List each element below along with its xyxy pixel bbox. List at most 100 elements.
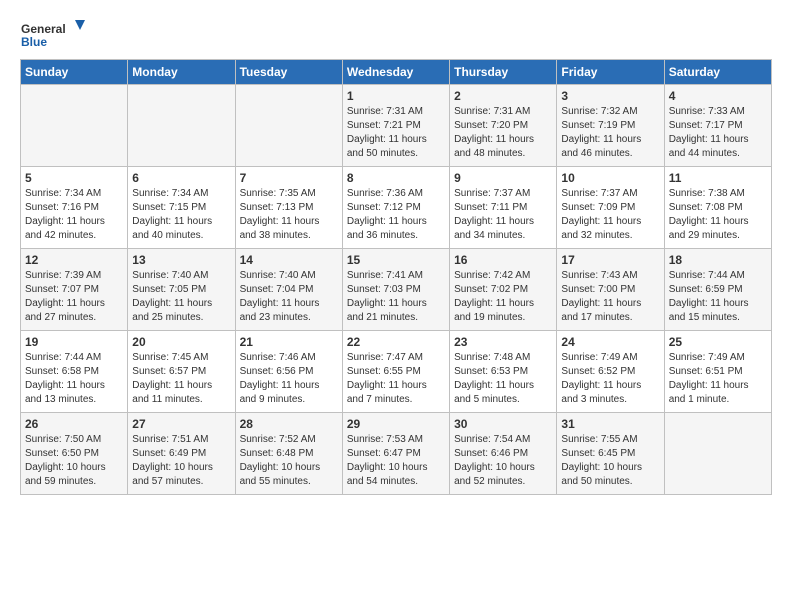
week-row-3: 12 Sunrise: 7:39 AM Sunset: 7:07 PM Dayli… (21, 249, 772, 331)
day-number: 9 (454, 171, 552, 185)
day-info: Sunrise: 7:40 AM Sunset: 7:04 PM Dayligh… (240, 269, 338, 325)
day-cell: 30 Sunrise: 7:54 AM Sunset: 6:46 PM Dayli… (450, 413, 557, 495)
day-number: 30 (454, 417, 552, 431)
day-cell: 27 Sunrise: 7:51 AM Sunset: 6:49 PM Dayli… (128, 413, 235, 495)
day-cell: 1 Sunrise: 7:31 AM Sunset: 7:21 PM Daylig… (342, 85, 449, 167)
day-info: Sunrise: 7:36 AM Sunset: 7:12 PM Dayligh… (347, 187, 445, 243)
day-info: Sunrise: 7:35 AM Sunset: 7:13 PM Dayligh… (240, 187, 338, 243)
day-number: 13 (132, 253, 230, 267)
day-cell: 7 Sunrise: 7:35 AM Sunset: 7:13 PM Daylig… (235, 167, 342, 249)
day-number: 23 (454, 335, 552, 349)
day-cell: 13 Sunrise: 7:40 AM Sunset: 7:05 PM Dayli… (128, 249, 235, 331)
day-cell: 2 Sunrise: 7:31 AM Sunset: 7:20 PM Daylig… (450, 85, 557, 167)
day-cell: 18 Sunrise: 7:44 AM Sunset: 6:59 PM Dayli… (664, 249, 771, 331)
header-row: SundayMondayTuesdayWednesdayThursdayFrid… (21, 60, 772, 85)
day-cell: 8 Sunrise: 7:36 AM Sunset: 7:12 PM Daylig… (342, 167, 449, 249)
week-row-5: 26 Sunrise: 7:50 AM Sunset: 6:50 PM Dayli… (21, 413, 772, 495)
day-number: 19 (25, 335, 123, 349)
day-number: 21 (240, 335, 338, 349)
day-info: Sunrise: 7:43 AM Sunset: 7:00 PM Dayligh… (561, 269, 659, 325)
day-info: Sunrise: 7:46 AM Sunset: 6:56 PM Dayligh… (240, 351, 338, 407)
day-info: Sunrise: 7:55 AM Sunset: 6:45 PM Dayligh… (561, 433, 659, 489)
logo-icon: General Blue (20, 16, 90, 51)
day-number: 8 (347, 171, 445, 185)
day-number: 24 (561, 335, 659, 349)
header-monday: Monday (128, 60, 235, 85)
day-info: Sunrise: 7:44 AM Sunset: 6:58 PM Dayligh… (25, 351, 123, 407)
day-number: 2 (454, 89, 552, 103)
day-cell: 6Sunrise: 7:34 AM Sunset: 7:15 PM Daylig… (128, 167, 235, 249)
header-wednesday: Wednesday (342, 60, 449, 85)
day-cell (235, 85, 342, 167)
day-cell: 29Sunrise: 7:53 AM Sunset: 6:47 PM Dayli… (342, 413, 449, 495)
day-number: 22 (347, 335, 445, 349)
svg-text:Blue: Blue (21, 35, 47, 49)
day-number: 18 (669, 253, 767, 267)
day-cell: 21 Sunrise: 7:46 AM Sunset: 6:56 PM Dayli… (235, 331, 342, 413)
header-thursday: Thursday (450, 60, 557, 85)
day-info: Sunrise: 7:38 AM Sunset: 7:08 PM Dayligh… (669, 187, 767, 243)
day-cell: 11 Sunrise: 7:38 AM Sunset: 7:08 PM Dayli… (664, 167, 771, 249)
day-cell: 19 Sunrise: 7:44 AM Sunset: 6:58 PM Dayli… (21, 331, 128, 413)
day-cell (664, 413, 771, 495)
day-info: Sunrise: 7:44 AM Sunset: 6:59 PM Dayligh… (669, 269, 767, 325)
day-info: Sunrise: 7:39 AM Sunset: 7:07 PM Dayligh… (25, 269, 123, 325)
week-row-4: 19 Sunrise: 7:44 AM Sunset: 6:58 PM Dayli… (21, 331, 772, 413)
day-number: 14 (240, 253, 338, 267)
day-cell: 22 Sunrise: 7:47 AM Sunset: 6:55 PM Dayli… (342, 331, 449, 413)
svg-text:General: General (21, 22, 66, 36)
day-number: 7 (240, 171, 338, 185)
day-number: 4 (669, 89, 767, 103)
logo: General Blue (20, 16, 90, 51)
day-cell: 9Sunrise: 7:37 AM Sunset: 7:11 PM Daylig… (450, 167, 557, 249)
day-info: Sunrise: 7:31 AM Sunset: 7:20 PM Dayligh… (454, 105, 552, 161)
day-cell: 15 Sunrise: 7:41 AM Sunset: 7:03 PM Dayli… (342, 249, 449, 331)
day-cell: 12 Sunrise: 7:39 AM Sunset: 7:07 PM Dayli… (21, 249, 128, 331)
day-info: Sunrise: 7:41 AM Sunset: 7:03 PM Dayligh… (347, 269, 445, 325)
day-cell: 24 Sunrise: 7:49 AM Sunset: 6:52 PM Dayli… (557, 331, 664, 413)
day-info: Sunrise: 7:47 AM Sunset: 6:55 PM Dayligh… (347, 351, 445, 407)
day-number: 17 (561, 253, 659, 267)
day-number: 29 (347, 417, 445, 431)
day-number: 25 (669, 335, 767, 349)
day-number: 27 (132, 417, 230, 431)
day-number: 15 (347, 253, 445, 267)
day-cell: 26 Sunrise: 7:50 AM Sunset: 6:50 PM Dayli… (21, 413, 128, 495)
day-number: 3 (561, 89, 659, 103)
day-cell: 23Sunrise: 7:48 AM Sunset: 6:53 PM Dayli… (450, 331, 557, 413)
day-info: Sunrise: 7:31 AM Sunset: 7:21 PM Dayligh… (347, 105, 445, 161)
day-info: Sunrise: 7:42 AM Sunset: 7:02 PM Dayligh… (454, 269, 552, 325)
header-friday: Friday (557, 60, 664, 85)
day-info: Sunrise: 7:54 AM Sunset: 6:46 PM Dayligh… (454, 433, 552, 489)
day-info: Sunrise: 7:50 AM Sunset: 6:50 PM Dayligh… (25, 433, 123, 489)
day-info: Sunrise: 7:49 AM Sunset: 6:52 PM Dayligh… (561, 351, 659, 407)
day-cell: 17 Sunrise: 7:43 AM Sunset: 7:00 PM Dayli… (557, 249, 664, 331)
day-cell: 5Sunrise: 7:34 AM Sunset: 7:16 PM Daylig… (21, 167, 128, 249)
day-cell (21, 85, 128, 167)
calendar-header: General Blue (20, 16, 772, 51)
day-number: 20 (132, 335, 230, 349)
day-number: 11 (669, 171, 767, 185)
day-number: 6 (132, 171, 230, 185)
day-cell (128, 85, 235, 167)
week-row-1: 1 Sunrise: 7:31 AM Sunset: 7:21 PM Daylig… (21, 85, 772, 167)
day-cell: 20Sunrise: 7:45 AM Sunset: 6:57 PM Dayli… (128, 331, 235, 413)
day-number: 28 (240, 417, 338, 431)
day-cell: 14 Sunrise: 7:40 AM Sunset: 7:04 PM Dayli… (235, 249, 342, 331)
day-number: 1 (347, 89, 445, 103)
week-row-2: 5Sunrise: 7:34 AM Sunset: 7:16 PM Daylig… (21, 167, 772, 249)
calendar-page: General Blue SundayMondayTuesdayWednesda… (0, 0, 792, 511)
day-cell: 31 Sunrise: 7:55 AM Sunset: 6:45 PM Dayli… (557, 413, 664, 495)
header-saturday: Saturday (664, 60, 771, 85)
day-number: 31 (561, 417, 659, 431)
day-info: Sunrise: 7:34 AM Sunset: 7:16 PM Dayligh… (25, 187, 123, 243)
day-cell: 4Sunrise: 7:33 AM Sunset: 7:17 PM Daylig… (664, 85, 771, 167)
day-number: 10 (561, 171, 659, 185)
day-info: Sunrise: 7:40 AM Sunset: 7:05 PM Dayligh… (132, 269, 230, 325)
day-number: 26 (25, 417, 123, 431)
day-info: Sunrise: 7:51 AM Sunset: 6:49 PM Dayligh… (132, 433, 230, 489)
calendar-table: SundayMondayTuesdayWednesdayThursdayFrid… (20, 59, 772, 495)
day-number: 12 (25, 253, 123, 267)
day-info: Sunrise: 7:49 AM Sunset: 6:51 PM Dayligh… (669, 351, 767, 407)
day-cell: 16Sunrise: 7:42 AM Sunset: 7:02 PM Dayli… (450, 249, 557, 331)
